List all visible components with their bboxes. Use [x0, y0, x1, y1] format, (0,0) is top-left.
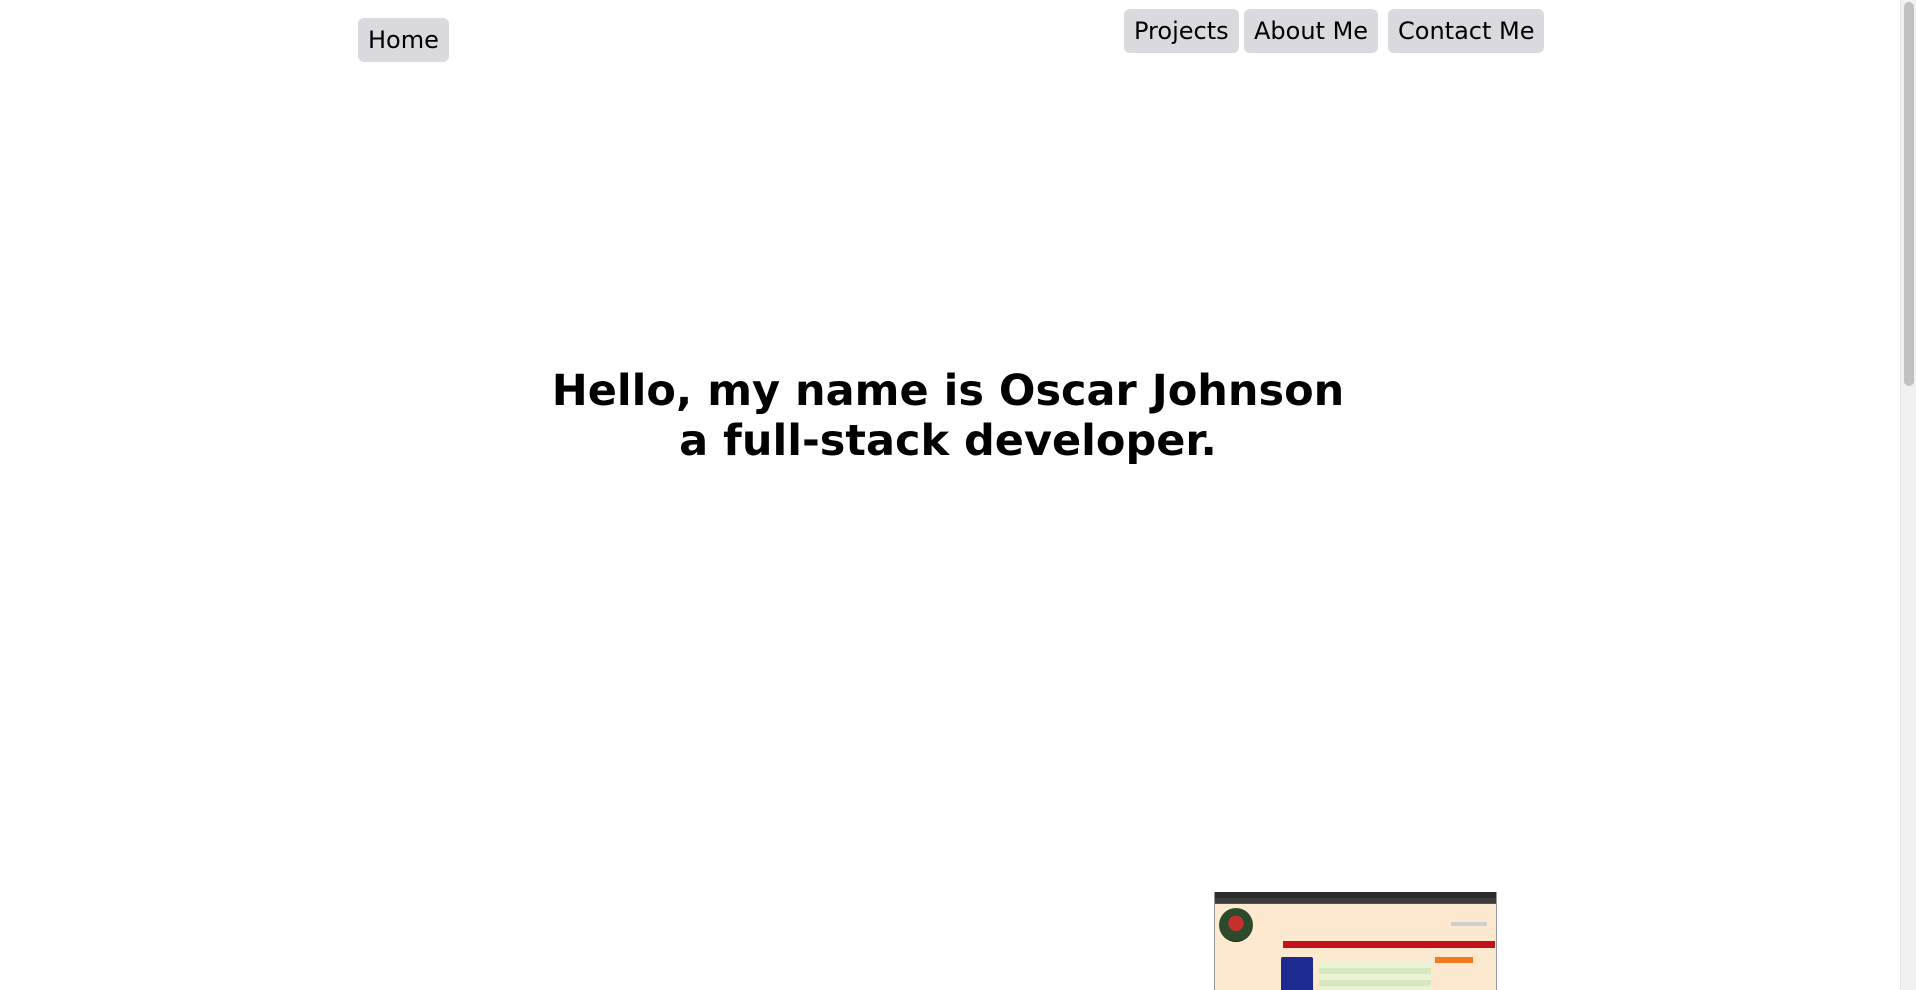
projects-button[interactable]: Projects — [1124, 9, 1239, 53]
scrollbar-thumb[interactable] — [1904, 2, 1914, 386]
hero-heading: Hello, my name is Oscar Johnson a full-s… — [400, 366, 1496, 466]
hero-line-1: Hello, my name is Oscar Johnson — [551, 366, 1345, 416]
contact-me-button[interactable]: Contact Me — [1388, 9, 1545, 53]
portfolio-page: Home Projects About Me Contact Me Hello,… — [0, 0, 1916, 990]
home-button[interactable]: Home — [358, 18, 449, 62]
thumbnail-url-bar — [1215, 898, 1496, 904]
about-me-button[interactable]: About Me — [1244, 9, 1379, 53]
project-thumbnail[interactable] — [1214, 892, 1497, 990]
thumbnail-side-panel — [1281, 957, 1313, 990]
thumbnail-action-button — [1435, 957, 1473, 963]
thumbnail-header-links — [1451, 922, 1487, 926]
thumbnail-logo-icon — [1219, 908, 1253, 942]
thumbnail-table — [1319, 962, 1431, 990]
thumbnail-nav-bar — [1283, 941, 1495, 948]
vertical-scrollbar[interactable] — [1900, 0, 1916, 990]
hero-line-2: a full-stack developer. — [679, 416, 1217, 466]
